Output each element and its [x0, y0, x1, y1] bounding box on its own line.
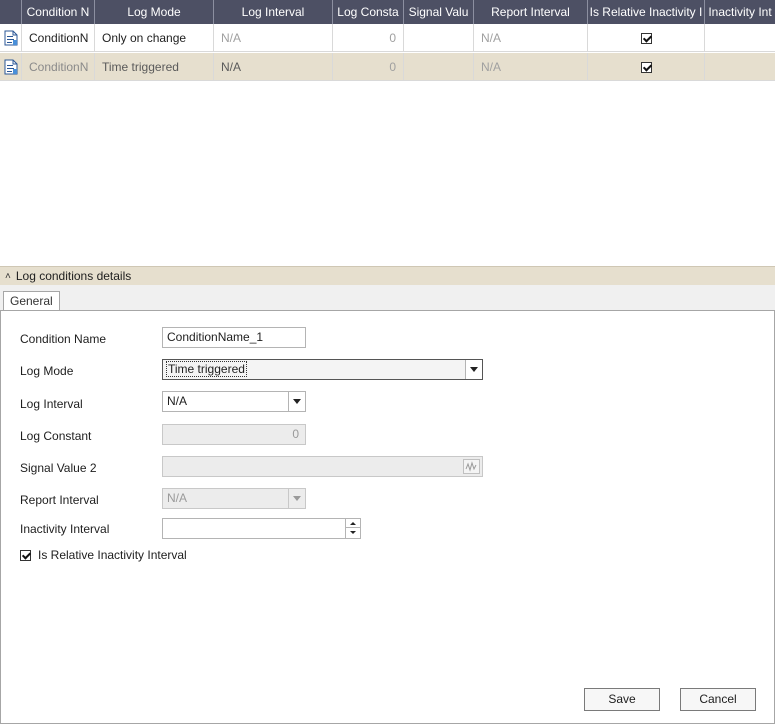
cell-log-mode[interactable]: Time triggered: [95, 53, 214, 81]
details-title: Log conditions details: [15, 269, 132, 283]
cell-condition-name[interactable]: ConditionN: [22, 53, 95, 81]
cell-log-constant[interactable]: 0: [333, 24, 404, 52]
chevron-down-icon[interactable]: [288, 392, 305, 411]
row-icon-cell: [0, 24, 22, 52]
cell-log-interval[interactable]: N/A: [214, 53, 333, 81]
chevron-down-icon[interactable]: [465, 360, 482, 379]
column-header-signal-value[interactable]: Signal Valu: [404, 0, 474, 24]
column-header-is-relative-inactivity[interactable]: Is Relative Inactivity I: [588, 0, 705, 24]
is-relative-checkbox[interactable]: [640, 33, 652, 45]
column-header-log-constant[interactable]: Log Consta: [333, 0, 404, 24]
details-tabstrip: General: [0, 285, 775, 312]
cell-signal-value[interactable]: [404, 24, 474, 52]
is-relative-inactivity-checkbox[interactable]: [20, 549, 31, 561]
cancel-button[interactable]: Cancel: [680, 688, 756, 711]
log-interval-label: Log Interval: [20, 397, 83, 411]
is-relative-checkbox[interactable]: [640, 62, 652, 74]
row-icon-cell: [0, 53, 22, 81]
save-button[interactable]: Save: [584, 688, 660, 711]
condition-name-label: Condition Name: [20, 332, 107, 346]
column-header-report-interval[interactable]: Report Interval: [474, 0, 588, 24]
column-header-inactivity-interval[interactable]: Inactivity Int: [705, 0, 775, 24]
collapse-chevron-icon[interactable]: ˄: [5, 271, 11, 282]
signal-value-2-label: Signal Value 2: [20, 461, 97, 475]
cell-signal-value[interactable]: [404, 53, 474, 81]
column-header-log-interval[interactable]: Log Interval: [214, 0, 333, 24]
report-interval-label: Report Interval: [20, 493, 99, 507]
cell-inactivity-interval[interactable]: [705, 24, 775, 52]
log-mode-value: Time triggered: [166, 361, 247, 377]
inactivity-interval-label: Inactivity Interval: [20, 522, 110, 536]
log-mode-label: Log Mode: [20, 364, 74, 378]
is-relative-inactivity-label: Is Relative Inactivity Interval: [38, 548, 187, 562]
log-interval-value: N/A: [167, 394, 188, 408]
document-icon: [4, 30, 17, 46]
signal-browse-icon: [463, 459, 480, 474]
signal-value-2-field: [162, 456, 483, 477]
tab-general[interactable]: General: [3, 291, 60, 312]
cell-log-constant[interactable]: 0: [333, 53, 404, 81]
spin-buttons[interactable]: [345, 519, 360, 538]
cell-report-interval[interactable]: N/A: [474, 24, 588, 52]
chevron-down-icon: [288, 489, 305, 508]
cell-condition-name[interactable]: ConditionN: [22, 24, 95, 52]
condition-name-field[interactable]: ConditionName_1: [162, 327, 306, 348]
is-relative-inactivity-row[interactable]: Is Relative Inactivity Interval: [20, 548, 187, 562]
report-interval-value: N/A: [167, 491, 188, 505]
cell-log-interval[interactable]: N/A: [214, 24, 333, 52]
spin-up-icon[interactable]: [346, 519, 360, 528]
log-constant-label: Log Constant: [20, 429, 92, 443]
log-constant-field: 0: [162, 424, 306, 445]
log-conditions-grid: Condition N Log Mode Log Interval Log Co…: [0, 0, 775, 266]
cell-is-relative-inactivity[interactable]: [588, 53, 705, 81]
cell-log-mode[interactable]: Only on change: [95, 24, 214, 52]
details-header-bar[interactable]: ˄ Log conditions details: [0, 266, 775, 285]
log-interval-dropdown[interactable]: N/A: [162, 391, 306, 412]
report-interval-dropdown: N/A: [162, 488, 306, 509]
cell-is-relative-inactivity[interactable]: [588, 24, 705, 52]
column-header-condition-name[interactable]: Condition N: [22, 0, 95, 24]
log-mode-dropdown[interactable]: Time triggered: [162, 359, 483, 380]
cell-inactivity-interval[interactable]: [705, 53, 775, 81]
row-icon-column-header: [0, 0, 22, 24]
spin-down-icon[interactable]: [346, 528, 360, 537]
table-row[interactable]: ConditionN Only on change N/A 0 N/A: [0, 24, 775, 52]
table-row[interactable]: ConditionN Time triggered N/A 0 N/A: [0, 53, 775, 81]
cell-report-interval[interactable]: N/A: [474, 53, 588, 81]
document-icon: [4, 59, 17, 75]
column-header-log-mode[interactable]: Log Mode: [95, 0, 214, 24]
inactivity-interval-stepper[interactable]: [162, 518, 361, 539]
grid-header: Condition N Log Mode Log Interval Log Co…: [0, 0, 775, 24]
